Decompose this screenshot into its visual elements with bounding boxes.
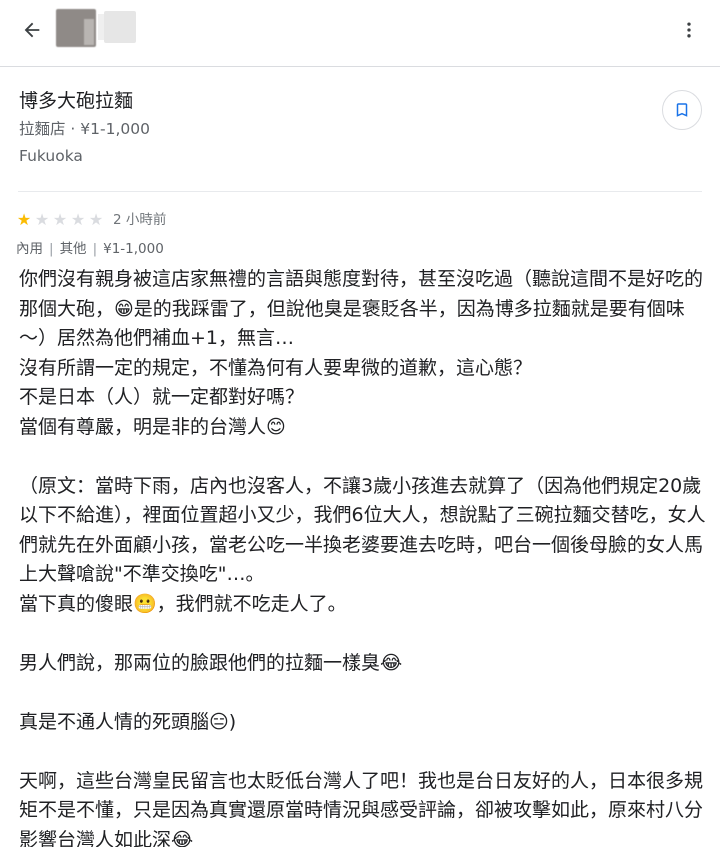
star-empty-icon: ★ [88, 210, 104, 229]
bookmark-icon [676, 103, 688, 117]
avatar[interactable] [56, 9, 96, 47]
arrow-left-icon [24, 22, 40, 38]
header-divider [0, 66, 720, 67]
more-vert-icon [687, 22, 691, 38]
more-options-button[interactable] [674, 12, 704, 48]
star-empty-icon: ★ [52, 210, 68, 229]
place-meta: 拉麵店 · ¥1-1,000 [19, 120, 150, 138]
top-app-bar [0, 0, 720, 62]
review-paragraph: 天啊，這些台灣皇民留言也太貶低台灣人了吧！我也是台日友好的人，日本很多規矩不是不… [19, 769, 704, 847]
reviewer-name-blurred-2 [104, 11, 136, 43]
tag-price: ¥1-1,000 [103, 241, 164, 257]
back-button[interactable] [14, 12, 50, 48]
tag-dining-option: 內用 [16, 241, 43, 257]
star-empty-icon: ★ [34, 210, 50, 229]
star-empty-icon: ★ [70, 210, 86, 229]
review-rating-row: ★ ★ ★ ★ ★ 2 小時前 [15, 210, 167, 230]
place-city: Fukuoka [19, 147, 83, 165]
section-divider [18, 191, 702, 192]
tag-separator: | [92, 241, 98, 257]
review-paragraph: 你們沒有親身被這店家無禮的言語與態度對待，甚至沒吃過（聽說這間不是好吃的那個大砲… [19, 268, 704, 438]
review-tags: 內用 | 其他 | ¥1-1,000 [16, 239, 164, 259]
star-filled-icon: ★ [16, 210, 32, 229]
review-paragraph: 男人們說，那兩位的臉跟他們的拉麵一樣臭😂 [19, 651, 403, 674]
tag-meal-type: 其他 [59, 241, 87, 257]
star-rating: ★ ★ ★ ★ ★ [15, 210, 105, 230]
review-paragraph: （原文：當時下雨，店內也沒客人，不讓3歲小孩進去就算了（因為他們規定20歲以下不… [19, 474, 706, 615]
save-place-button[interactable] [662, 90, 702, 130]
review-text: 你們沒有親身被這店家無禮的言語與態度對待，甚至沒吃過（聽說這間不是好吃的那個大砲… [19, 265, 709, 847]
tag-separator: | [49, 241, 54, 257]
review-time: 2 小時前 [113, 212, 167, 228]
review-paragraph: 真是不通人情的死頭腦😑) [19, 710, 237, 733]
place-name: 博多大砲拉麵 [19, 90, 134, 112]
place-info[interactable]: 博多大砲拉麵 拉麵店 · ¥1-1,000 Fukuoka [19, 88, 150, 168]
